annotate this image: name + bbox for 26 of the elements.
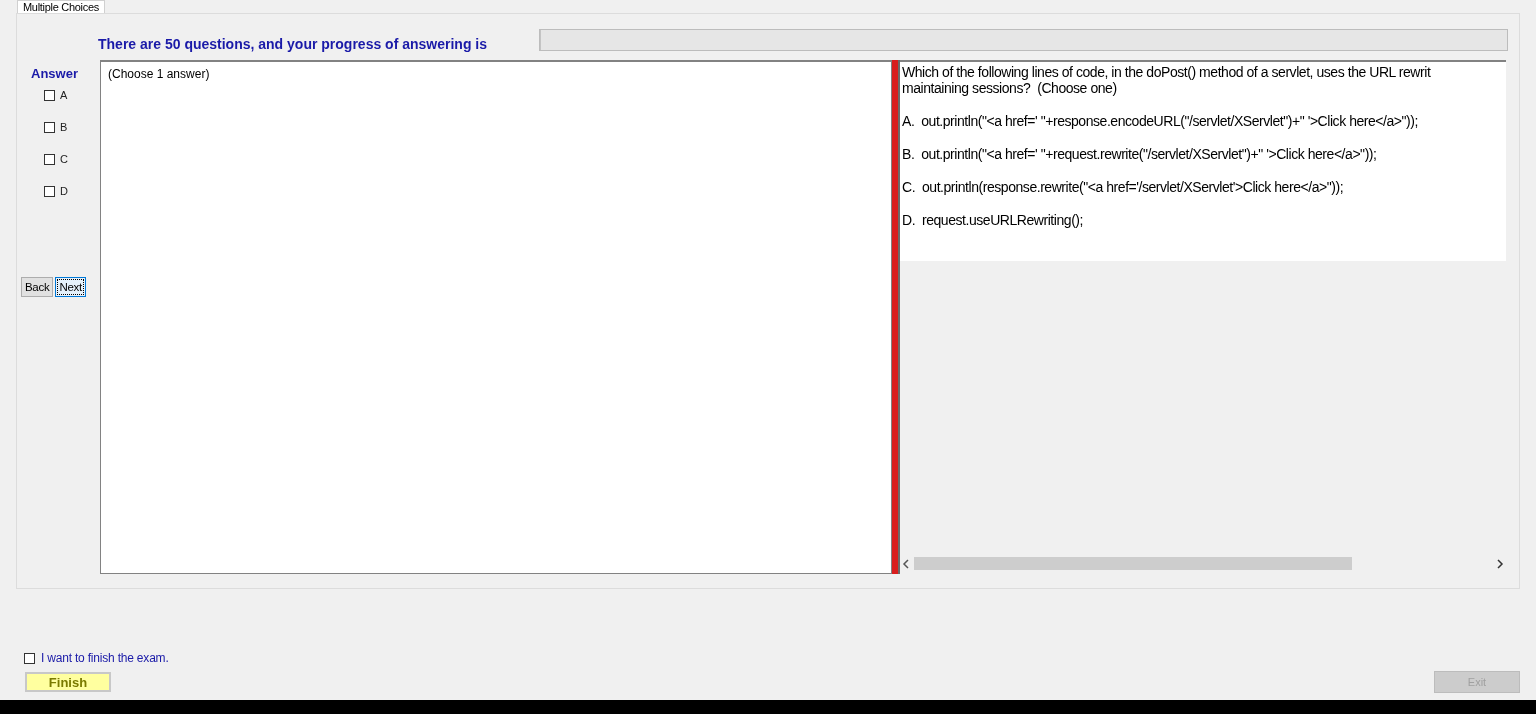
checkbox-label[interactable]: I want to finish the exam. — [41, 651, 169, 665]
checkbox[interactable] — [44, 185, 55, 197]
checkbox[interactable] — [44, 89, 55, 101]
checkbox[interactable] — [44, 153, 55, 165]
progress-label: There are 50 questions, and your progress of answering is — [98, 36, 487, 52]
answer-choice: A. out.println("<a href=' "+response.encodeURL("/servlet/XServlet")+" '>Click here</a>")); — [902, 113, 1419, 129]
scroll-left-icon[interactable] — [902, 558, 910, 569]
tab[interactable]: Multiple Choices — [17, 0, 105, 14]
scroll-thumb[interactable] — [914, 557, 1352, 570]
answer-choice: C. out.println(response.rewrite("<a href='/servlet/XServlet'>Click here</a>")); — [902, 179, 1345, 195]
answer-choice: B. out.println("<a href=' "+request.rewrite("/servlet/XServlet")+" '>Click here</a>")); — [902, 146, 1378, 162]
scroll-right-icon[interactable] — [1496, 558, 1504, 569]
answer-choice: D. request.useURLRewriting(); — [902, 212, 1084, 228]
next-button[interactable]: Next — [55, 277, 86, 297]
question-text: Which of the following lines of code, in the doPost() method of a servlet, uses the URL rewrit maintaining sessions? (Choose one) — [902, 64, 1432, 96]
answer-heading: Answer — [31, 66, 78, 81]
option-label[interactable]: B — [60, 121, 68, 133]
checkbox[interactable] — [44, 121, 55, 133]
horizontal-scrollbar[interactable] — [900, 555, 1506, 572]
option-label[interactable]: A — [60, 89, 68, 101]
back-button[interactable]: Back — [21, 277, 54, 297]
answer-note: (Choose 1 answer) — [108, 67, 210, 81]
option-label[interactable]: D — [60, 185, 68, 197]
finish-button[interactable]: Finish — [25, 672, 111, 692]
checkbox[interactable] — [24, 652, 35, 664]
option-label[interactable]: C — [60, 153, 68, 165]
